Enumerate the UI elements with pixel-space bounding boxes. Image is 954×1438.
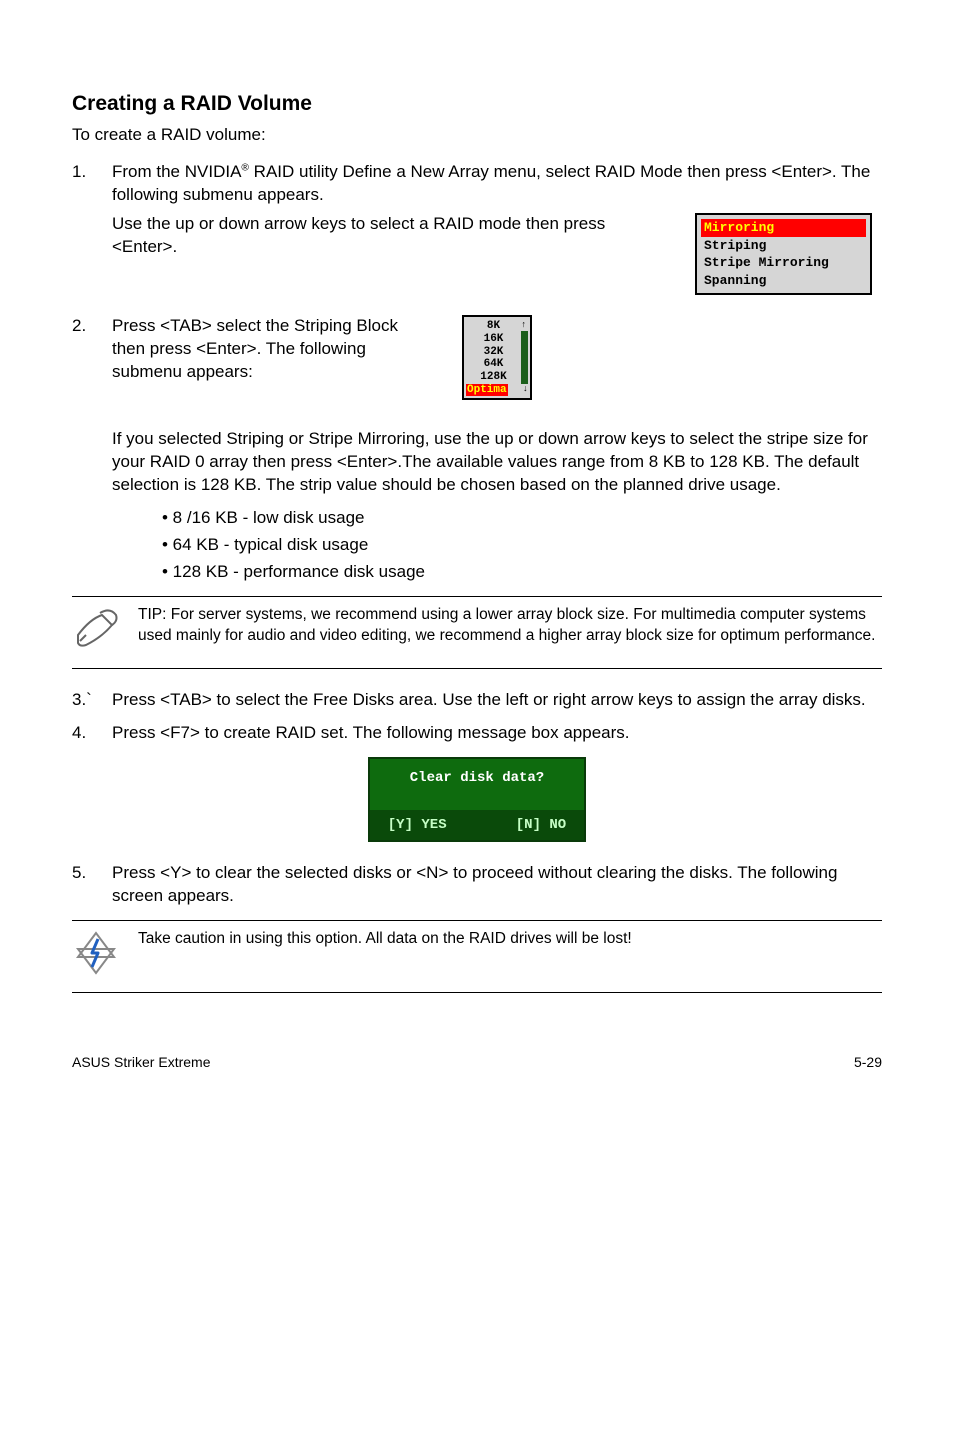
clear-disk-dialog: Clear disk data? [Y] YES [N] NO: [368, 757, 586, 843]
down-arrow-icon: ↓: [523, 384, 528, 397]
menu-item: 128K: [466, 371, 521, 384]
footer-left: ASUS Striker Extreme: [72, 1053, 210, 1072]
stripe-size-submenu: 8K 16K 32K 64K 128K ↑ Optima ↓: [462, 315, 532, 400]
menu-item: 16K: [466, 333, 521, 346]
raid-mode-submenu: Mirroring Striping Stripe Mirroring Span…: [695, 213, 872, 295]
step-number: 1.: [72, 161, 112, 184]
registered-mark: ®: [241, 163, 249, 174]
bullet-list: • 8 /16 KB - low disk usage • 64 KB - ty…: [162, 507, 882, 584]
scrollbar: [521, 331, 528, 384]
pencil-note-icon: [72, 605, 122, 660]
text-fragment: From the NVIDIA: [112, 162, 241, 181]
step-number: 5.: [72, 862, 112, 885]
intro-text: To create a RAID volume:: [72, 124, 882, 147]
bullet-item: • 128 KB - performance disk usage: [162, 561, 882, 584]
step-3: 3.` Press <TAB> to select the Free Disks…: [72, 689, 882, 712]
step-number: 4.: [72, 722, 112, 745]
step-2-para-1: Press <TAB> select the Striping Block th…: [112, 315, 412, 384]
menu-item-selected: Mirroring: [701, 219, 866, 237]
step-4: 4. Press <F7> to create RAID set. The fo…: [72, 722, 882, 745]
menu-item: Stripe Mirroring: [701, 254, 866, 272]
step-1: 1. From the NVIDIA® RAID utility Define …: [72, 161, 882, 295]
menu-item: Striping: [701, 237, 866, 255]
tip-text: TIP: For server systems, we recommend us…: [138, 605, 882, 647]
step-3-text: Press <TAB> to select the Free Disks are…: [112, 689, 882, 712]
page-footer: ASUS Striker Extreme 5-29: [72, 1053, 882, 1072]
footer-right: 5-29: [854, 1053, 882, 1072]
bullet-item: • 64 KB - typical disk usage: [162, 534, 882, 557]
step-1-para-2: Use the up or down arrow keys to select …: [112, 213, 675, 259]
step-4-text: Press <F7> to create RAID set. The follo…: [112, 722, 882, 745]
menu-item: 8K: [466, 320, 521, 333]
menu-item: 64K: [466, 358, 521, 371]
step-2: 2. Press <TAB> select the Striping Block…: [72, 315, 882, 497]
step-5: 5. Press <Y> to clear the selected disks…: [72, 862, 882, 908]
step-number: 3.`: [72, 689, 112, 712]
section-heading: Creating a RAID Volume: [72, 90, 882, 118]
dialog-no-option: [N] NO: [516, 816, 566, 835]
up-arrow-icon: ↑: [521, 320, 528, 330]
step-1-para-1: From the NVIDIA® RAID utility Define a N…: [112, 161, 882, 207]
menu-item: Spanning: [701, 272, 866, 290]
step-5-text: Press <Y> to clear the selected disks or…: [112, 862, 882, 908]
lightning-warning-icon: [72, 929, 122, 984]
step-2-para-2: If you selected Striping or Stripe Mirro…: [112, 428, 882, 497]
bullet-item: • 8 /16 KB - low disk usage: [162, 507, 882, 530]
warning-callout: Take caution in using this option. All d…: [72, 920, 882, 993]
dialog-yes-option: [Y] YES: [388, 816, 447, 835]
tip-callout: TIP: For server systems, we recommend us…: [72, 596, 882, 669]
step-number: 2.: [72, 315, 112, 338]
dialog-title: Clear disk data?: [370, 759, 584, 810]
menu-item-selected: Optima: [466, 384, 508, 397]
menu-item: 32K: [466, 346, 521, 359]
warning-text: Take caution in using this option. All d…: [138, 929, 632, 950]
